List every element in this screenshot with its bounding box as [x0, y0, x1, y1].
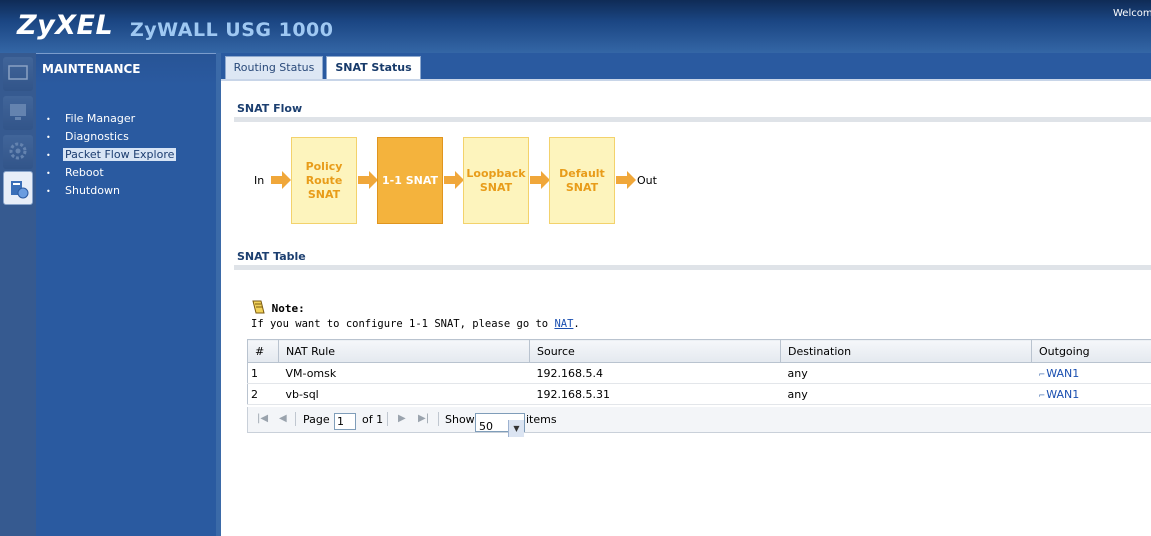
product-name: ZyWALL USG 1000	[130, 19, 334, 41]
sidebar-item-label: Reboot	[65, 166, 104, 179]
previous-page-icon[interactable]: ◀	[279, 413, 287, 424]
section-divider	[234, 117, 1151, 122]
column-header-number[interactable]: #	[247, 339, 279, 363]
nat-link[interactable]: NAT	[554, 318, 573, 330]
pager-separator	[295, 412, 296, 426]
outgoing-cell[interactable]: ⌐WAN1	[1031, 383, 1151, 405]
page-number-input[interactable]: 1	[334, 413, 356, 430]
status-icon[interactable]	[3, 57, 33, 91]
page-label: Page	[303, 413, 330, 426]
sidebar-item-diagnostics[interactable]: • Diagnostics	[46, 128, 176, 146]
items-label: items	[526, 413, 557, 426]
row-number: 2	[247, 383, 279, 405]
note-title: Note:	[271, 302, 305, 315]
destination-cell: any	[780, 383, 1032, 405]
pager-separator	[387, 412, 388, 426]
row-number: 1	[247, 362, 279, 384]
brand-logo: ZyXEL	[17, 10, 114, 41]
first-page-icon[interactable]: |◀	[257, 413, 268, 424]
app-header: ZyXEL ZyWALL USG 1000 Welcome	[0, 0, 1151, 53]
table-header-row: # NAT Rule Source Destination Outgoing	[247, 339, 1151, 363]
page-size-value: 50	[479, 420, 493, 433]
sidebar-item-label: Packet Flow Explore	[63, 148, 177, 161]
flow-box-1-1-snat: 1-1 SNAT	[377, 137, 443, 224]
flow-box-label: Policy Route SNAT	[305, 159, 343, 201]
bullet-icon: •	[46, 187, 51, 196]
flow-box-loopback-snat: Loopback SNAT	[463, 137, 529, 224]
nat-rule-cell: VM-omsk	[278, 362, 530, 384]
sidebar-item-file-manager[interactable]: • File Manager	[46, 110, 176, 128]
show-label: Show	[445, 413, 475, 426]
flow-arrow-icon	[358, 171, 378, 189]
next-page-icon[interactable]: ▶	[398, 413, 406, 424]
last-page-icon[interactable]: ▶|	[418, 413, 429, 424]
column-header-source[interactable]: Source	[529, 339, 781, 363]
bullet-icon: •	[46, 133, 51, 142]
flow-arrow-icon	[530, 171, 550, 189]
note-text-before: If you want to configure 1-1 SNAT, pleas…	[251, 318, 555, 330]
source-cell: 192.168.5.31	[529, 383, 781, 405]
flow-out-label: Out	[637, 174, 657, 187]
snat-table: # NAT Rule Source Destination Outgoing 1…	[247, 339, 1151, 405]
table-row[interactable]: 2 vb-sql 192.168.5.31 any ⌐WAN1	[247, 383, 1151, 405]
main-content: Routing Status SNAT Status SNAT Flow In …	[216, 53, 1151, 536]
bullet-icon: •	[46, 151, 51, 160]
page-size-select[interactable]: 50 ▼	[475, 413, 525, 437]
flow-box-policy-route-snat: Policy Route SNAT	[291, 137, 357, 224]
snat-flow-title: SNAT Flow	[237, 102, 303, 115]
outgoing-link[interactable]: WAN1	[1046, 367, 1079, 380]
sidebar-item-label: File Manager	[65, 112, 136, 125]
flow-box-label: 1-1 SNAT	[382, 173, 438, 187]
sidebar-item-reboot[interactable]: • Reboot	[46, 164, 176, 182]
flow-arrow-icon	[271, 171, 291, 189]
outgoing-cell[interactable]: ⌐WAN1	[1031, 362, 1151, 384]
sidebar-item-packet-flow-explore[interactable]: • Packet Flow Explore	[46, 146, 177, 164]
outgoing-link[interactable]: WAN1	[1046, 388, 1079, 401]
flow-arrow-icon	[616, 171, 636, 189]
configuration-icon[interactable]	[3, 135, 33, 169]
note-heading: Note:	[251, 300, 580, 315]
pager-separator	[438, 412, 439, 426]
tab-bar: Routing Status SNAT Status	[221, 53, 1151, 79]
nat-rule-cell: vb-sql	[278, 383, 530, 405]
maintenance-icon[interactable]	[3, 171, 33, 205]
sidebar-item-label: Shutdown	[65, 184, 120, 197]
welcome-text: Welcome	[1113, 8, 1151, 19]
table-pager: |◀ ◀ Page 1 of 1 ▶ ▶| Show 50 ▼ items	[247, 407, 1151, 437]
flow-box-default-snat: Default SNAT	[549, 137, 615, 224]
column-header-outgoing[interactable]: Outgoing	[1031, 339, 1151, 363]
note-box: Note: If you want to configure 1-1 SNAT,…	[251, 300, 580, 330]
tab-routing-status[interactable]: Routing Status	[225, 56, 323, 79]
sidebar-item-shutdown[interactable]: • Shutdown	[46, 182, 176, 200]
flow-box-label: Default SNAT	[559, 166, 605, 194]
menu-title: MAINTENANCE	[36, 54, 216, 85]
source-cell: 192.168.5.4	[529, 362, 781, 384]
sidebar-menu: MAINTENANCE • File Manager • Diagnostics •…	[36, 53, 216, 536]
note-text: If you want to configure 1-1 SNAT, pleas…	[251, 318, 580, 330]
flow-in-label: In	[254, 174, 265, 187]
bullet-icon: •	[46, 115, 51, 124]
tab-snat-status[interactable]: SNAT Status	[326, 56, 421, 79]
snat-table-title: SNAT Table	[237, 250, 306, 263]
destination-cell: any	[780, 362, 1032, 384]
interface-icon: ⌐	[1038, 390, 1046, 400]
flow-arrow-icon	[444, 171, 464, 189]
page-count: of 1	[362, 413, 384, 426]
table-row[interactable]: 1 VM-omsk 192.168.5.4 any ⌐WAN1	[247, 362, 1151, 384]
note-text-after: .	[573, 318, 580, 330]
column-header-nat-rule[interactable]: NAT Rule	[278, 339, 530, 363]
section-divider	[234, 265, 1151, 270]
menu-list: • File Manager • Diagnostics • Packet Flow …	[46, 110, 177, 200]
tab-underline	[221, 79, 1151, 81]
interface-icon: ⌐	[1038, 369, 1046, 379]
bullet-icon: •	[46, 169, 51, 178]
flow-box-label: Loopback SNAT	[466, 166, 526, 194]
note-icon	[252, 300, 265, 314]
column-header-destination[interactable]: Destination	[780, 339, 1032, 363]
monitor-icon[interactable]	[3, 96, 33, 130]
chevron-down-icon: ▼	[508, 420, 524, 437]
icon-strip	[0, 53, 36, 536]
sidebar-item-label: Diagnostics	[65, 130, 129, 143]
